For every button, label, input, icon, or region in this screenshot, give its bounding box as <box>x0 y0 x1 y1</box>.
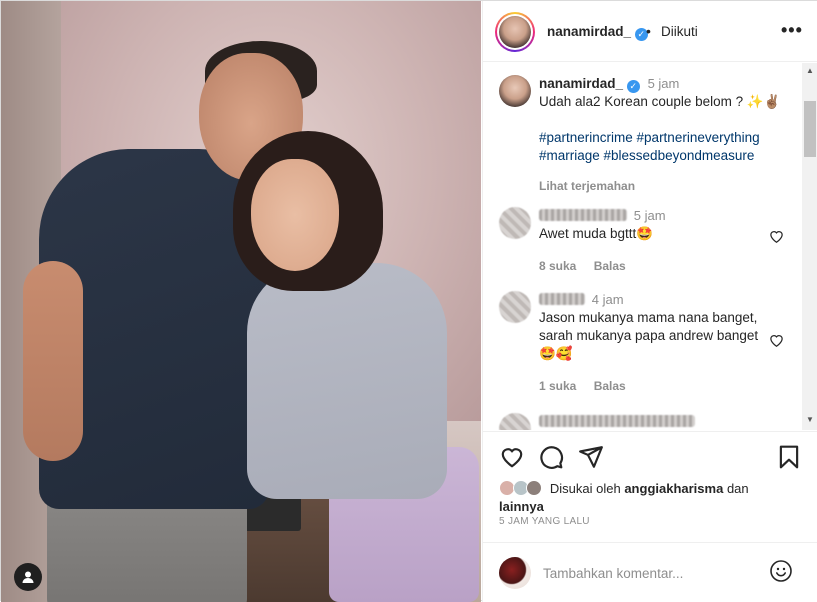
liked-by-others[interactable]: lainnya <box>499 499 544 514</box>
caption-avatar[interactable] <box>499 75 531 107</box>
author-avatar[interactable] <box>495 12 535 52</box>
bookmark-icon[interactable] <box>776 444 802 470</box>
emoji-icon[interactable] <box>769 559 793 583</box>
liked-by-prefix: Disukai oleh <box>549 481 621 496</box>
share-icon[interactable] <box>578 444 604 470</box>
reply-button[interactable]: Balas <box>594 379 626 393</box>
like-heart-icon[interactable] <box>499 444 525 470</box>
reply-button[interactable]: Balas <box>594 259 626 273</box>
photo-woman-face <box>251 159 339 271</box>
verified-icon: ✓ <box>626 80 640 93</box>
liker-avatar[interactable] <box>526 480 543 496</box>
comment-heart-icon[interactable] <box>769 333 784 351</box>
comment-likes[interactable]: 1 suka <box>539 379 576 393</box>
photo-woman-body <box>247 263 447 499</box>
post-actions: Disukai oleh anggiakharisma dan lainnya … <box>483 431 817 541</box>
comment-time: 4 jam <box>591 292 624 307</box>
liked-by: Disukai oleh anggiakharisma dan lainnya <box>499 480 799 516</box>
commenter-avatar[interactable] <box>499 413 531 430</box>
user-tag-icon[interactable] <box>14 563 42 591</box>
scroll-up-arrow-icon[interactable]: ▲ <box>806 66 814 75</box>
post-photo[interactable] <box>1 1 481 602</box>
comment-heart-icon[interactable] <box>769 229 784 247</box>
commenter-username-blurred[interactable] <box>539 293 585 305</box>
comments-scrollbar[interactable]: ▲ ▼ <box>802 63 817 430</box>
comment-time: 5 jam <box>633 208 666 223</box>
author-username-text[interactable]: nanamirdad_ <box>547 24 631 39</box>
photo-man-arm <box>23 261 83 461</box>
post-header: nanamirdad_ ✓ • Diikuti ••• <box>483 1 817 62</box>
header-separator: • <box>646 23 651 39</box>
follow-button[interactable]: Diikuti <box>661 24 698 39</box>
add-comment-input[interactable] <box>543 562 763 584</box>
scroll-down-arrow-icon[interactable]: ▼ <box>806 415 814 424</box>
more-icon[interactable]: ••• <box>781 20 803 41</box>
author-username[interactable]: nanamirdad_ ✓ <box>547 24 648 41</box>
commenter-username-blurred[interactable] <box>539 209 627 221</box>
comments-area[interactable]: nanamirdad_ ✓ 5 jam Udah ala2 Korean cou… <box>483 63 817 430</box>
caption-text: Udah ala2 Korean couple belom ? ✨✌🏽 <box>539 94 781 109</box>
liked-by-user[interactable]: anggiakharisma <box>624 481 723 496</box>
comment-text: Awet muda bgttt🤩 <box>539 226 654 241</box>
add-comment-bar <box>483 542 817 602</box>
comment-icon[interactable] <box>538 444 564 470</box>
post-side-panel: nanamirdad_ ✓ • Diikuti ••• nanamirdad_ … <box>482 1 817 602</box>
comment-likes[interactable]: 8 suka <box>539 259 576 273</box>
caption-time: 5 jam <box>647 76 680 91</box>
caption-username[interactable]: nanamirdad_ <box>539 76 623 91</box>
viewer-avatar <box>499 557 531 589</box>
post-time-ago[interactable]: 5 JAM YANG LALU <box>499 516 590 527</box>
caption-hashtags[interactable]: #partnerincrime #partnerineverything #ma… <box>539 129 789 165</box>
scrollbar-thumb[interactable] <box>804 101 816 157</box>
commenter-username-blurred[interactable] <box>539 415 695 427</box>
post-dialog: nanamirdad_ ✓ • Diikuti ••• nanamirdad_ … <box>0 0 817 602</box>
liked-by-and: dan <box>726 481 749 496</box>
see-translation-button[interactable]: Lihat terjemahan <box>539 177 789 195</box>
caption: nanamirdad_ ✓ 5 jam Udah ala2 Korean cou… <box>539 75 789 195</box>
commenter-avatar[interactable] <box>499 291 531 323</box>
commenter-avatar[interactable] <box>499 207 531 239</box>
comment-text: Jason mukanya mama nana banget, sarah mu… <box>539 310 759 361</box>
